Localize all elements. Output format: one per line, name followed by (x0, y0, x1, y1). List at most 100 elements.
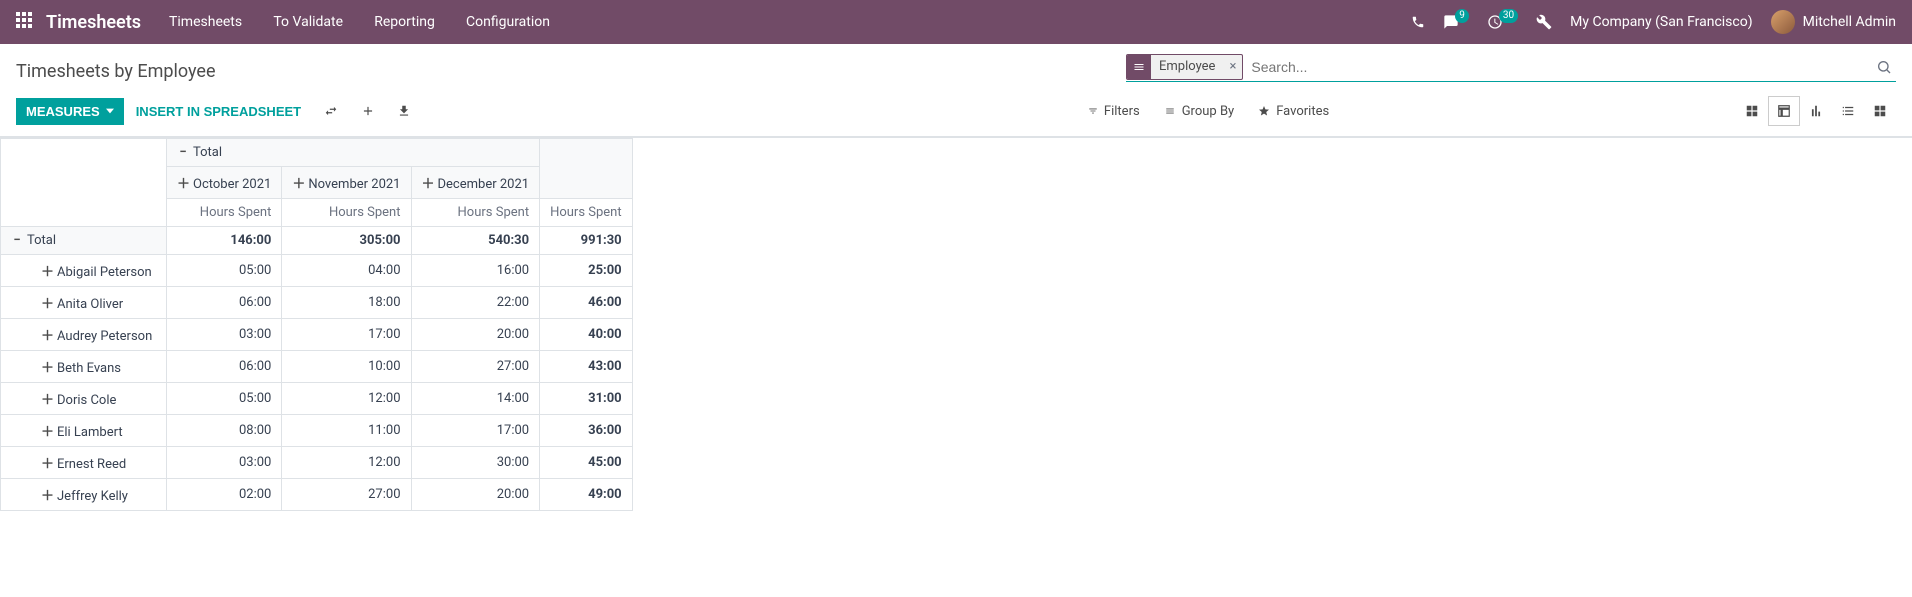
cell[interactable]: 20:00 (411, 319, 540, 351)
cell[interactable]: 04:00 (282, 255, 411, 287)
menu-configuration[interactable]: Configuration (466, 14, 550, 30)
col-total-label: Total (193, 145, 222, 160)
cell[interactable]: 146:00 (167, 227, 282, 255)
cell[interactable]: 45:00 (540, 447, 633, 479)
measure-2[interactable]: Hours Spent (411, 199, 540, 227)
row-header[interactable]: ＋Anita Oliver (1, 287, 167, 319)
cell[interactable]: 46:00 (540, 287, 633, 319)
filters-dropdown[interactable]: Filters (1088, 104, 1140, 119)
cell[interactable]: 22:00 (411, 287, 540, 319)
cell[interactable]: 31:00 (540, 383, 633, 415)
cell[interactable]: 12:00 (282, 447, 411, 479)
view-graph-button[interactable] (1800, 96, 1832, 126)
cell[interactable]: 14:00 (411, 383, 540, 415)
main-menu: Timesheets To Validate Reporting Configu… (169, 14, 578, 30)
insert-spreadsheet-button[interactable]: INSERT IN SPREADSHEET (124, 98, 313, 125)
company-switcher[interactable]: My Company (San Francisco) (1570, 14, 1752, 30)
cell[interactable]: 03:00 (167, 319, 282, 351)
table-row: ＋Beth Evans06:0010:0027:0043:00 (1, 351, 633, 383)
measure-total[interactable]: Hours Spent (540, 199, 633, 227)
cell[interactable]: 20:00 (411, 479, 540, 511)
messages-badge: 9 (1455, 9, 1469, 23)
cell[interactable]: 05:00 (167, 255, 282, 287)
menu-timesheets[interactable]: Timesheets (169, 14, 242, 30)
activities-icon[interactable]: 30 (1487, 14, 1518, 30)
measure-0[interactable]: Hours Spent (167, 199, 282, 227)
messages-icon[interactable]: 9 (1443, 14, 1469, 30)
measures-button[interactable]: MEASURES (16, 98, 124, 125)
col-total-header[interactable]: −Total (167, 139, 540, 167)
search-facet-employee: Employee × (1126, 54, 1243, 80)
groupby-label: Group By (1182, 104, 1235, 119)
table-row: ＋Jeffrey Kelly02:0027:0020:0049:00 (1, 479, 633, 511)
cell[interactable]: 17:00 (282, 319, 411, 351)
cell[interactable]: 11:00 (282, 415, 411, 447)
view-switcher (1736, 96, 1896, 126)
flip-axis-icon[interactable] (323, 104, 339, 118)
grand-total-header (540, 139, 633, 199)
cell[interactable]: 30:00 (411, 447, 540, 479)
row-header[interactable]: ＋Abigail Peterson (1, 255, 167, 287)
cell[interactable]: 305:00 (282, 227, 411, 255)
cell[interactable]: 10:00 (282, 351, 411, 383)
avatar (1771, 10, 1795, 34)
cell[interactable]: 17:00 (411, 415, 540, 447)
search-icon[interactable] (1872, 59, 1896, 75)
row-header[interactable]: ＋Ernest Reed (1, 447, 167, 479)
view-kanban-button[interactable] (1864, 96, 1896, 126)
cell[interactable]: 27:00 (411, 351, 540, 383)
top-nav: Timesheets Timesheets To Validate Report… (0, 0, 1912, 44)
expand-all-icon[interactable] (361, 104, 375, 118)
download-icon[interactable] (397, 104, 411, 118)
measure-1[interactable]: Hours Spent (282, 199, 411, 227)
cell[interactable]: 991:30 (540, 227, 633, 255)
cell[interactable]: 18:00 (282, 287, 411, 319)
cell[interactable]: 06:00 (167, 351, 282, 383)
cell[interactable]: 06:00 (167, 287, 282, 319)
debug-icon[interactable] (1536, 14, 1552, 30)
control-panel: Timesheets by Employee Employee × MEASUR… (0, 44, 1912, 137)
cell[interactable]: 08:00 (167, 415, 282, 447)
cell[interactable]: 02:00 (167, 479, 282, 511)
measures-label: MEASURES (26, 104, 100, 119)
cell[interactable]: 12:00 (282, 383, 411, 415)
row-header[interactable]: ＋Beth Evans (1, 351, 167, 383)
cell[interactable]: 05:00 (167, 383, 282, 415)
cell[interactable]: 25:00 (540, 255, 633, 287)
row-header[interactable]: ＋Audrey Peterson (1, 319, 167, 351)
row-total: −Total 146:00 305:00 540:30 991:30 (1, 227, 633, 255)
cell[interactable]: 27:00 (282, 479, 411, 511)
cell[interactable]: 03:00 (167, 447, 282, 479)
col-month-1[interactable]: ＋November 2021 (282, 167, 411, 199)
cell[interactable]: 40:00 (540, 319, 633, 351)
user-menu[interactable]: Mitchell Admin (1771, 10, 1896, 34)
menu-to-validate[interactable]: To Validate (273, 14, 343, 30)
row-header[interactable]: ＋Doris Cole (1, 383, 167, 415)
table-row: ＋Doris Cole05:0012:0014:0031:00 (1, 383, 633, 415)
app-brand[interactable]: Timesheets (46, 12, 141, 33)
cell[interactable]: 16:00 (411, 255, 540, 287)
groupby-dropdown[interactable]: Group By (1164, 104, 1235, 119)
cell[interactable]: 49:00 (540, 479, 633, 511)
view-pivot-button[interactable] (1768, 96, 1800, 126)
search-bar[interactable]: Employee × (1126, 52, 1896, 82)
view-list-button[interactable] (1832, 96, 1864, 126)
search-input[interactable] (1249, 55, 1872, 79)
menu-reporting[interactable]: Reporting (374, 14, 435, 30)
facet-remove-icon[interactable]: × (1223, 59, 1242, 74)
cell[interactable]: 43:00 (540, 351, 633, 383)
table-row: ＋Anita Oliver06:0018:0022:0046:00 (1, 287, 633, 319)
row-total-header[interactable]: −Total (1, 227, 167, 255)
cell[interactable]: 540:30 (411, 227, 540, 255)
favorites-dropdown[interactable]: Favorites (1258, 104, 1329, 119)
col-month-2[interactable]: ＋December 2021 (411, 167, 540, 199)
row-header[interactable]: ＋Jeffrey Kelly (1, 479, 167, 511)
apps-icon[interactable] (16, 12, 36, 32)
col-month-0[interactable]: ＋October 2021 (167, 167, 282, 199)
cell[interactable]: 36:00 (540, 415, 633, 447)
view-grid-button[interactable] (1736, 96, 1768, 126)
row-header[interactable]: ＋Eli Lambert (1, 415, 167, 447)
corner-cell (1, 139, 167, 227)
page-title: Timesheets by Employee (16, 61, 216, 82)
phone-icon[interactable] (1411, 15, 1425, 29)
